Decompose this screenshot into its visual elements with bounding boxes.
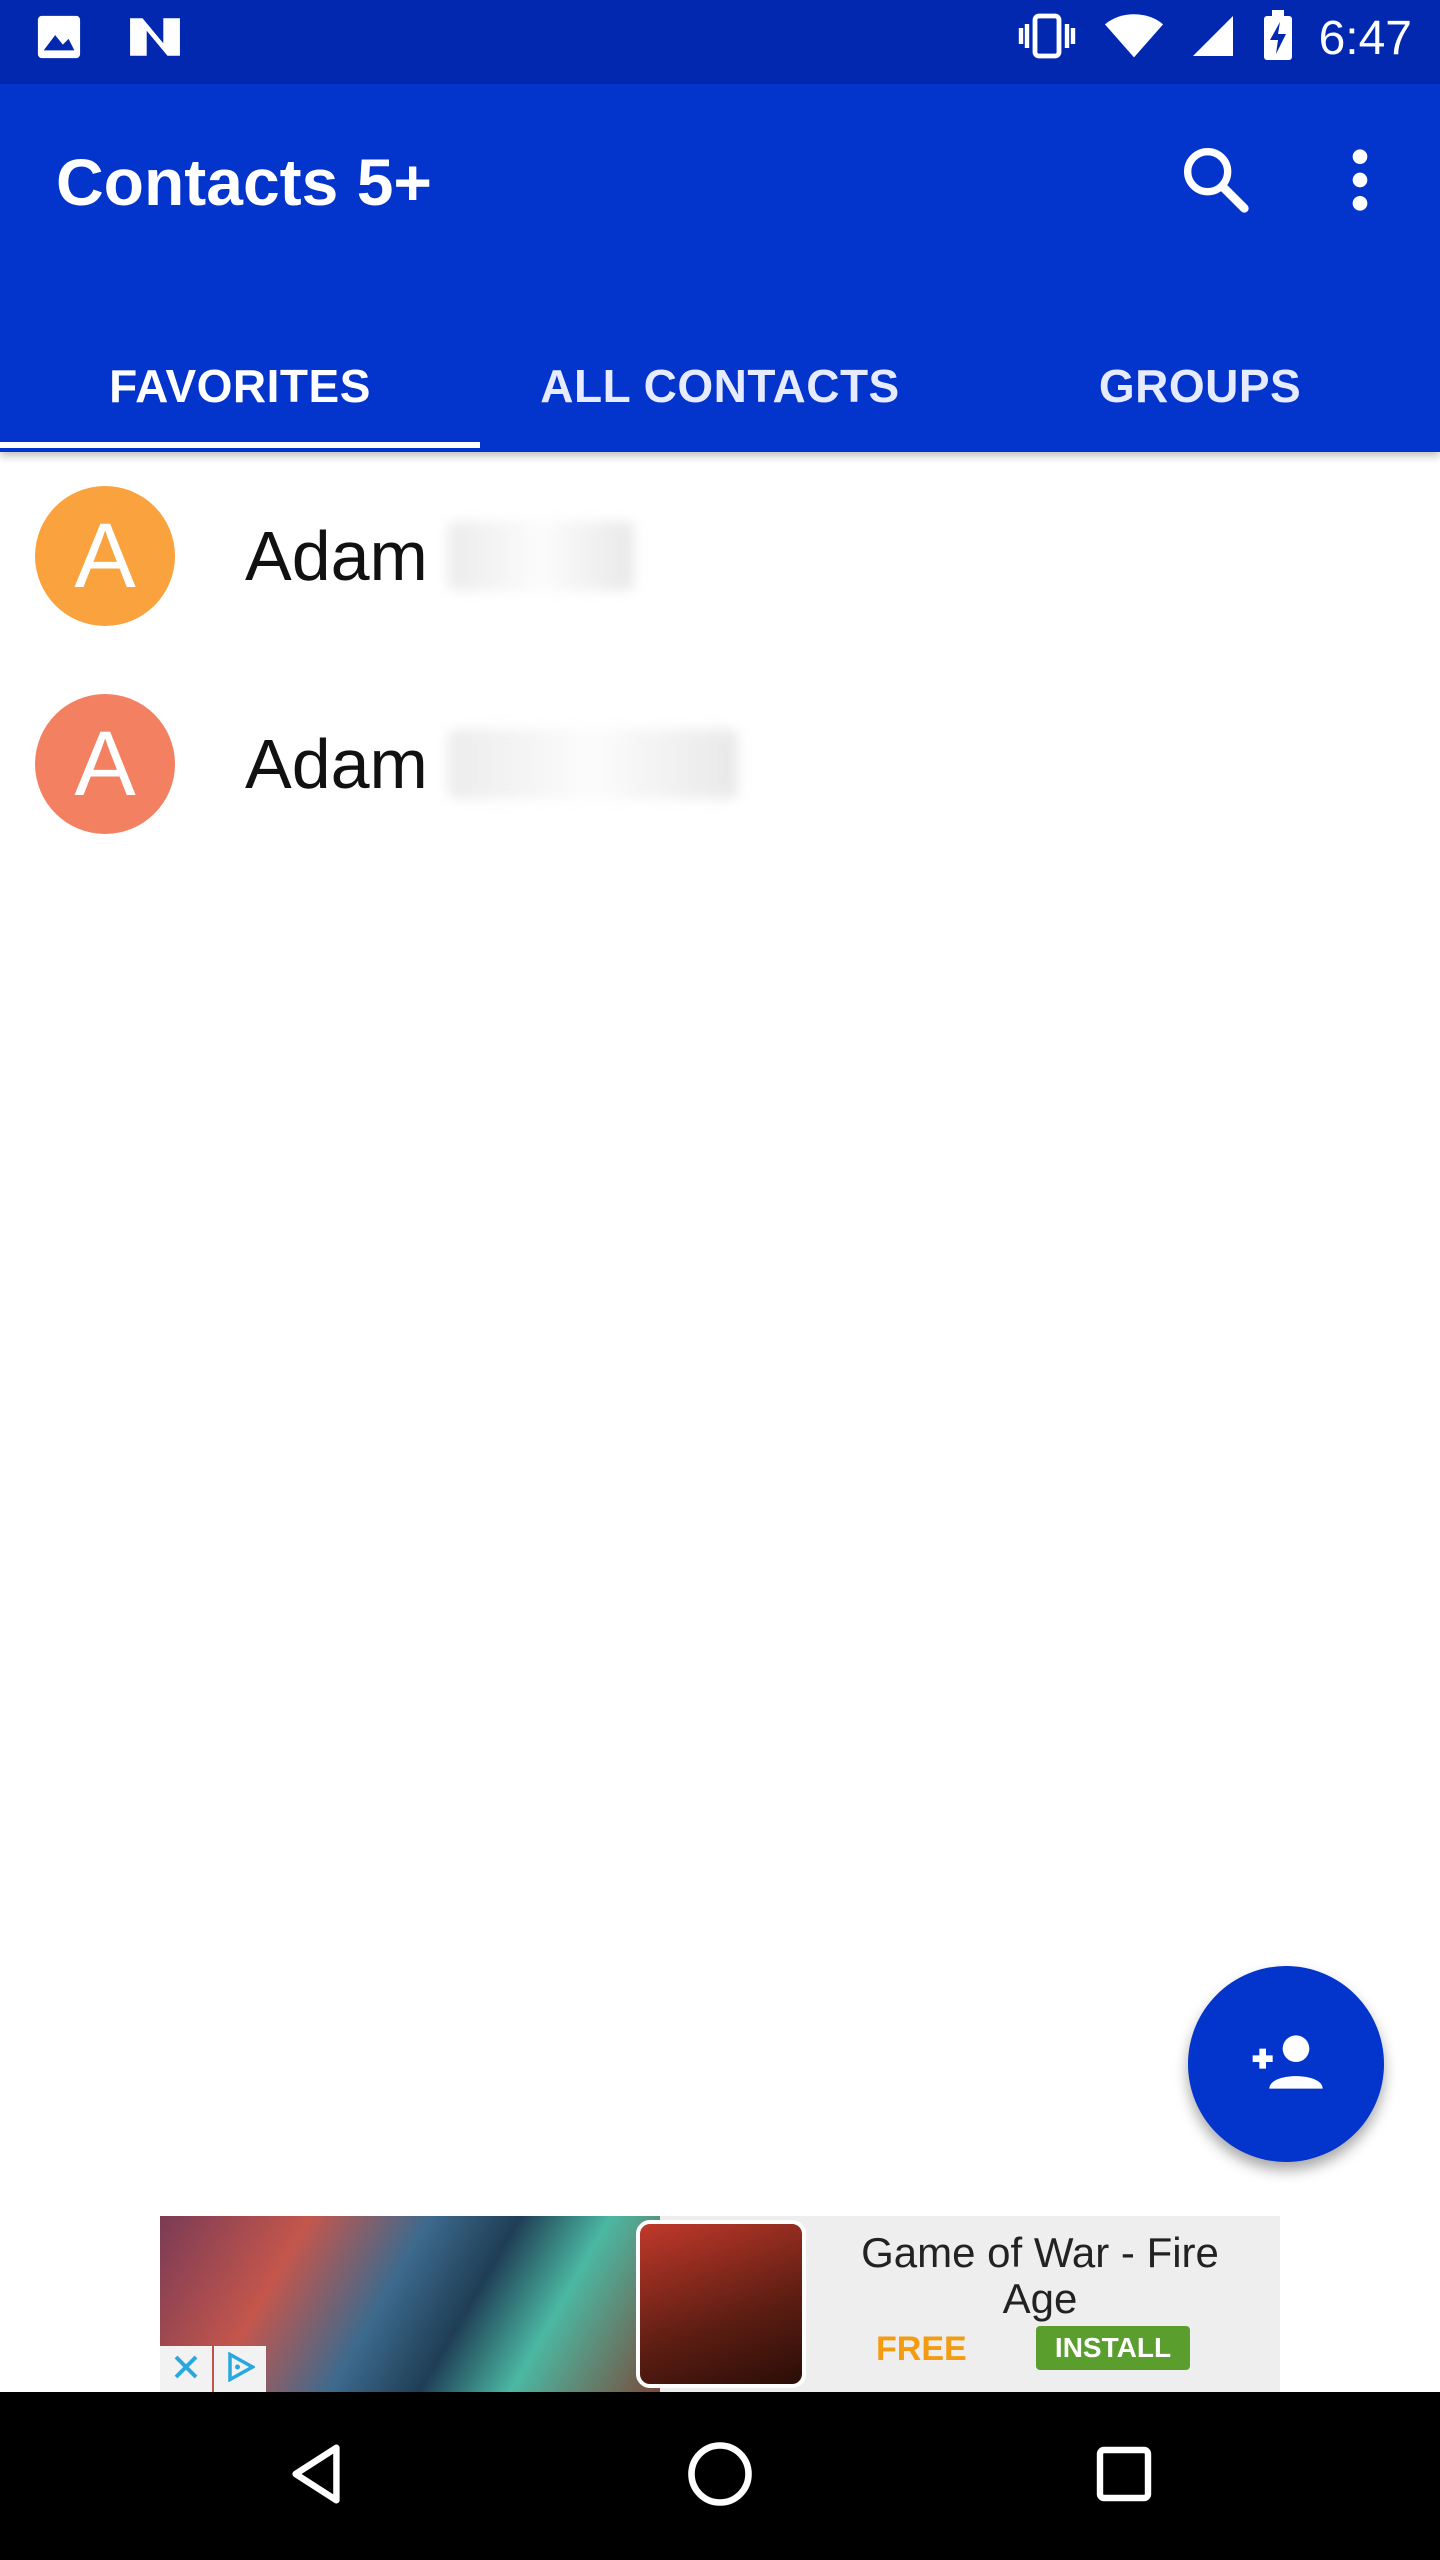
wifi-icon	[1103, 12, 1165, 65]
recents-icon	[1092, 2442, 1156, 2511]
back-button[interactable]	[270, 2430, 362, 2522]
home-icon	[684, 2438, 756, 2515]
tab-indicator	[0, 442, 480, 448]
search-icon	[1176, 148, 1256, 224]
avatar: A	[35, 694, 175, 834]
more-options-button[interactable]	[1330, 140, 1390, 220]
n-notification-icon	[128, 14, 182, 65]
status-time: 6:47	[1318, 12, 1412, 65]
add-person-icon	[1246, 2022, 1326, 2107]
list-item[interactable]: A Adam	[0, 660, 1440, 868]
signal-icon	[1189, 12, 1237, 65]
ad-choices-icon	[225, 2351, 257, 2387]
contact-name: Adam	[245, 517, 428, 595]
app-bar: Contacts 5+ FAVORITES ALL CONTACTS GROUP…	[0, 84, 1440, 452]
tab-label: GROUPS	[1098, 360, 1302, 412]
add-contact-button[interactable]	[1188, 1966, 1384, 2162]
ad-close-button[interactable]	[160, 2346, 212, 2392]
list-item[interactable]: A Adam	[0, 452, 1440, 660]
ad-banner[interactable]: Game of War - Fire Age FREE INSTALL	[160, 2216, 1280, 2392]
home-button[interactable]	[674, 2430, 766, 2522]
back-icon	[281, 2439, 351, 2514]
search-button[interactable]	[1176, 140, 1256, 220]
ad-install-button[interactable]: INSTALL	[1036, 2326, 1190, 2370]
ad-title: Game of War - Fire Age	[861, 2229, 1219, 2322]
status-bar: 6:47	[0, 0, 1440, 84]
battery-charging-icon	[1261, 10, 1295, 67]
ad-price: FREE	[876, 2330, 967, 2368]
vibrate-icon	[1015, 12, 1079, 65]
favorites-list: A Adam A Adam	[0, 452, 1440, 868]
avatar: A	[35, 486, 175, 626]
recents-button[interactable]	[1078, 2430, 1170, 2522]
page-title: Contacts 5+	[56, 145, 432, 219]
navigation-bar	[0, 2392, 1440, 2560]
tab-all-contacts[interactable]: ALL CONTACTS	[480, 320, 960, 452]
redacted-last-name	[448, 729, 738, 799]
image-notification-icon	[36, 14, 82, 65]
ad-choices-button[interactable]	[214, 2346, 266, 2392]
tab-bar: FAVORITES ALL CONTACTS GROUPS	[0, 320, 1440, 452]
tab-label: ALL CONTACTS	[540, 360, 900, 412]
tab-groups[interactable]: GROUPS	[960, 320, 1440, 452]
more-vert-icon	[1330, 149, 1390, 224]
tab-label: FAVORITES	[109, 360, 371, 412]
ad-app-icon	[636, 2220, 806, 2388]
close-icon	[171, 2352, 201, 2387]
redacted-last-name	[448, 521, 634, 591]
tab-favorites[interactable]: FAVORITES	[0, 320, 480, 452]
contact-name: Adam	[245, 725, 428, 803]
